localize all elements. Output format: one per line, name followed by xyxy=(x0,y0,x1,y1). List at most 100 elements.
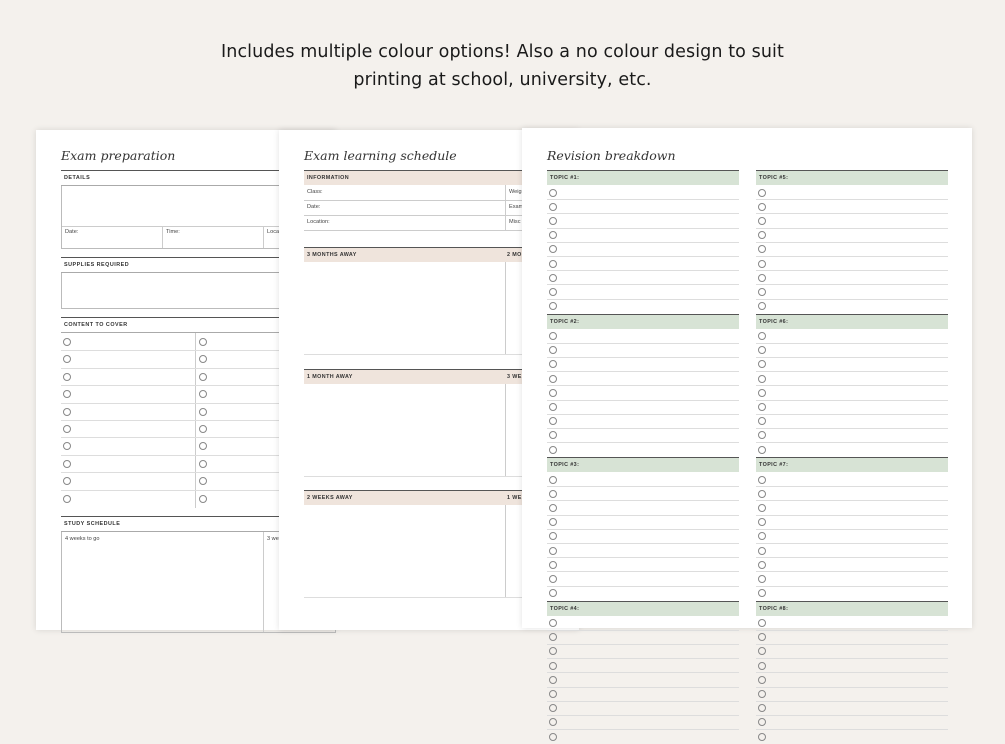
checkbox[interactable] xyxy=(758,360,766,369)
row-divider xyxy=(756,442,948,444)
checkbox[interactable] xyxy=(549,619,557,627)
checkbox[interactable] xyxy=(549,574,557,583)
checkbox[interactable] xyxy=(758,503,766,512)
checkbox[interactable] xyxy=(758,332,766,340)
checkbox[interactable] xyxy=(549,532,557,541)
checkbox[interactable] xyxy=(549,690,557,698)
checkbox[interactable] xyxy=(549,661,557,670)
checkbox[interactable] xyxy=(758,633,766,642)
checkbox[interactable] xyxy=(549,647,557,656)
row-divider xyxy=(547,658,739,660)
checkbox[interactable] xyxy=(549,489,557,498)
checkbox[interactable] xyxy=(549,273,557,282)
checkbox[interactable] xyxy=(199,442,207,451)
checkbox[interactable] xyxy=(758,445,766,454)
checkbox[interactable] xyxy=(199,338,207,346)
topic-header: TOPIC #7: xyxy=(756,457,948,472)
checkbox[interactable] xyxy=(549,403,557,411)
checkbox[interactable] xyxy=(549,475,557,484)
checkbox[interactable] xyxy=(63,442,71,451)
checkbox[interactable] xyxy=(758,690,766,698)
checkbox[interactable] xyxy=(63,372,71,381)
checkbox[interactable] xyxy=(549,245,557,254)
checkbox[interactable] xyxy=(549,503,557,512)
checkbox[interactable] xyxy=(758,302,766,311)
checkbox[interactable] xyxy=(199,425,207,433)
checkbox[interactable] xyxy=(758,704,766,713)
checkbox[interactable] xyxy=(758,431,766,440)
checkbox[interactable] xyxy=(549,445,557,454)
checkbox[interactable] xyxy=(199,477,207,486)
checkbox[interactable] xyxy=(549,346,557,355)
checkbox[interactable] xyxy=(758,619,766,627)
checkbox[interactable] xyxy=(549,188,557,197)
checkbox[interactable] xyxy=(63,459,71,468)
checkbox[interactable] xyxy=(758,403,766,411)
checkbox[interactable] xyxy=(758,231,766,240)
checkbox[interactable] xyxy=(758,287,766,296)
checkbox[interactable] xyxy=(549,718,557,727)
checkbox[interactable] xyxy=(63,355,71,364)
checkbox[interactable] xyxy=(758,675,766,684)
checkbox[interactable] xyxy=(199,355,207,364)
checkbox[interactable] xyxy=(758,489,766,498)
checkbox[interactable] xyxy=(549,417,557,426)
row-divider xyxy=(756,714,948,716)
checkbox[interactable] xyxy=(758,546,766,555)
checkbox[interactable] xyxy=(549,360,557,369)
checkbox[interactable] xyxy=(549,332,557,340)
row-divider xyxy=(756,270,948,272)
checkbox[interactable] xyxy=(758,732,766,741)
checkbox[interactable] xyxy=(549,560,557,569)
checkbox[interactable] xyxy=(758,532,766,541)
checkbox[interactable] xyxy=(758,574,766,583)
checkbox[interactable] xyxy=(758,417,766,426)
checkbox[interactable] xyxy=(549,231,557,240)
checkbox[interactable] xyxy=(549,374,557,383)
checkbox[interactable] xyxy=(758,259,766,268)
checkbox[interactable] xyxy=(758,388,766,397)
checkbox[interactable] xyxy=(549,287,557,296)
checkbox[interactable] xyxy=(758,560,766,569)
checkbox[interactable] xyxy=(549,675,557,684)
checkbox[interactable] xyxy=(549,431,557,440)
checkbox[interactable] xyxy=(199,459,207,468)
checkbox[interactable] xyxy=(63,477,71,486)
row-divider xyxy=(547,528,739,530)
checkbox[interactable] xyxy=(63,407,71,416)
column-divider xyxy=(505,262,506,354)
checkbox[interactable] xyxy=(549,518,557,527)
checkbox[interactable] xyxy=(549,633,557,642)
checkbox[interactable] xyxy=(549,704,557,713)
checkbox[interactable] xyxy=(758,273,766,282)
checkbox[interactable] xyxy=(549,589,557,598)
checkbox[interactable] xyxy=(549,259,557,268)
checkbox[interactable] xyxy=(758,374,766,383)
checkbox[interactable] xyxy=(549,546,557,555)
checkbox[interactable] xyxy=(758,202,766,211)
checkbox[interactable] xyxy=(758,718,766,727)
checkbox[interactable] xyxy=(758,346,766,355)
checkbox[interactable] xyxy=(199,407,207,416)
info-field-label: Date: xyxy=(307,204,321,210)
checkbox[interactable] xyxy=(758,475,766,484)
checkbox[interactable] xyxy=(758,518,766,527)
checkbox[interactable] xyxy=(549,732,557,741)
checkbox[interactable] xyxy=(63,338,71,346)
checkbox[interactable] xyxy=(63,494,71,503)
checkbox[interactable] xyxy=(758,647,766,656)
checkbox[interactable] xyxy=(758,216,766,225)
checkbox[interactable] xyxy=(549,388,557,397)
checkbox[interactable] xyxy=(758,589,766,598)
checkbox[interactable] xyxy=(199,390,207,399)
checkbox[interactable] xyxy=(63,425,71,433)
checkbox[interactable] xyxy=(199,494,207,503)
checkbox[interactable] xyxy=(758,188,766,197)
checkbox[interactable] xyxy=(549,302,557,311)
checkbox[interactable] xyxy=(758,661,766,670)
checkbox[interactable] xyxy=(199,372,207,381)
checkbox[interactable] xyxy=(549,202,557,211)
checkbox[interactable] xyxy=(758,245,766,254)
checkbox[interactable] xyxy=(549,216,557,225)
checkbox[interactable] xyxy=(63,390,71,399)
